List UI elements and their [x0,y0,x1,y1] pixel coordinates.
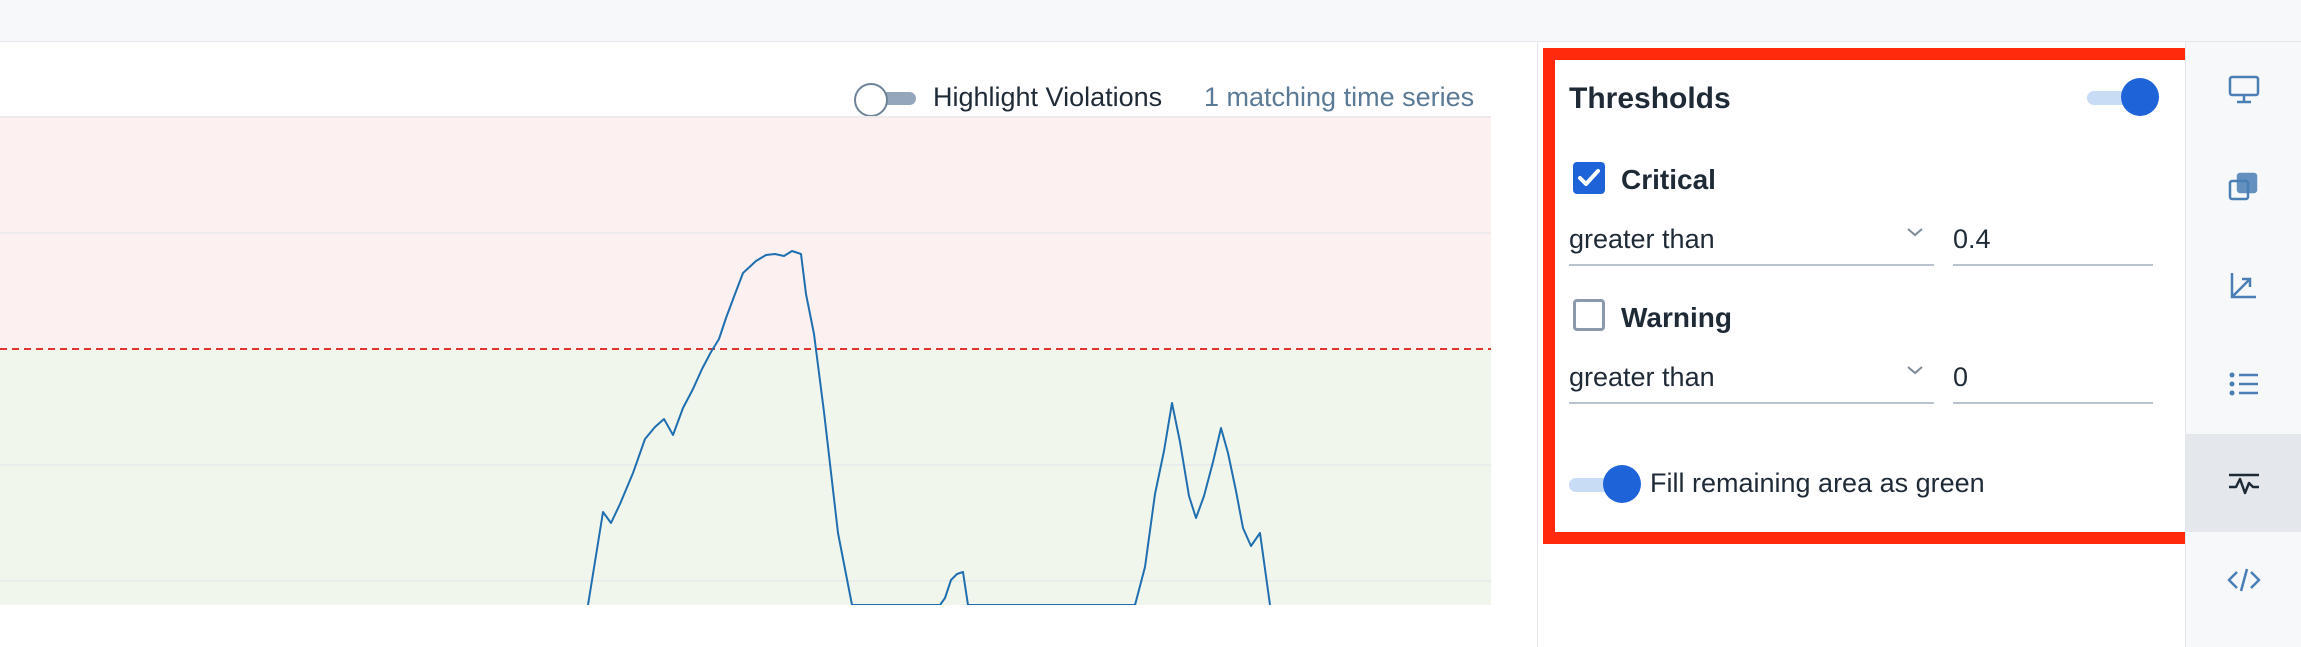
right-tool-rail [2185,42,2301,647]
thresholds-icon [2229,473,2259,495]
thresholds-title: Thresholds [1569,82,1731,115]
rail-button-thresholds[interactable] [2186,434,2301,532]
critical-checkbox[interactable] [1573,162,1605,194]
warning-value-input[interactable]: 0 [1953,356,2153,404]
critical-value: 0.4 [1953,224,1991,254]
fill-remaining-toggle[interactable] [1569,465,1641,505]
checkmark-icon [1578,169,1600,186]
top-bar [0,0,2301,42]
axes-icon [2230,273,2256,299]
toggle-knob [2121,78,2159,116]
rail-button-code[interactable] [2186,532,2301,630]
rail-button-layers[interactable] [2186,140,2301,238]
chevron-down-icon [1907,366,1923,375]
warning-operator-value: greater than [1569,362,1715,392]
rail-button-legend[interactable] [2186,336,2301,434]
code-icon [2227,568,2261,592]
fill-remaining-label: Fill remaining area as green [1650,468,1985,498]
critical-operator-value: greater than [1569,224,1715,254]
warning-value: 0 [1953,362,1969,392]
warning-label: Warning [1621,302,1732,333]
rail-button-display[interactable] [2186,42,2301,140]
critical-operator-select[interactable]: greater than [1569,218,1934,266]
layers-icon [2228,172,2258,201]
chevron-down-icon [1907,228,1923,237]
highlight-violations-label: Highlight Violations [933,82,1163,112]
critical-value-input[interactable]: 0.4 [1953,218,2153,266]
rail-button-axes[interactable] [2186,238,2301,336]
warning-operator-select[interactable]: greater than [1569,356,1934,404]
legend-list-icon [2229,372,2258,396]
ok-region [0,349,1491,605]
toggle-knob [854,83,888,117]
matching-series-count: 1 matching time series [1204,82,1475,112]
highlight-violations-toggle[interactable] [854,83,918,117]
warning-checkbox[interactable] [1573,299,1605,331]
critical-label: Critical [1621,164,1716,195]
toggle-knob [1603,465,1641,503]
monitor-icon [2228,75,2260,104]
thresholds-enable-toggle[interactable] [2087,78,2159,118]
thresholds-panel [1537,42,2185,647]
time-series-plot [0,116,1491,605]
